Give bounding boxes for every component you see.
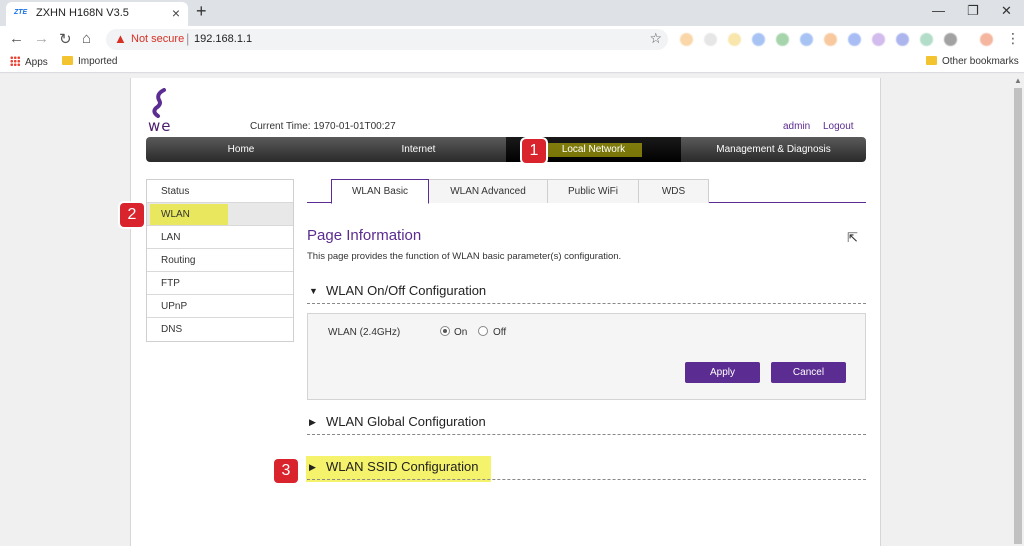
mouse-cursor-icon: ⇱ <box>847 230 858 245</box>
radio-on[interactable] <box>440 326 450 336</box>
warning-icon: ▲ <box>114 31 127 46</box>
side-item-ftp[interactable]: FTP <box>147 272 293 295</box>
reload-icon[interactable]: ↻ <box>59 30 72 48</box>
radio-on-label: On <box>454 327 468 338</box>
section-wlan-ssid[interactable]: ▶ WLAN SSID Configuration <box>307 458 866 480</box>
extension-icon[interactable] <box>872 33 885 46</box>
section-wlan-global[interactable]: ▶ WLAN Global Configuration <box>307 413 866 435</box>
bookmark-star-icon[interactable]: ☆ <box>649 30 662 47</box>
browser-menu-icon[interactable]: ⋮ <box>1006 30 1020 47</box>
tab-public-wifi[interactable]: Public WiFi <box>547 179 639 203</box>
we-logo-icon <box>152 88 166 118</box>
extension-icon[interactable] <box>800 33 813 46</box>
url-text[interactable]: 192.168.1.1 <box>194 33 252 45</box>
browser-tabstrip: ZTE ZXHN H168N V3.5 × + — ❐ ✕ <box>0 0 1024 26</box>
address-bar[interactable]: ▲ Not secure | 192.168.1.1 ☆ <box>106 29 668 50</box>
other-bookmarks[interactable]: Other bookmarks <box>926 56 1019 67</box>
bookmark-imported[interactable]: Imported <box>62 56 117 67</box>
minimize-icon[interactable]: — <box>932 3 945 18</box>
wlan-onoff-form: WLAN (2.4GHz) On Off Apply Cancel <box>307 313 866 400</box>
folder-icon <box>926 56 937 65</box>
wlan-field-label: WLAN (2.4GHz) <box>328 327 401 338</box>
bookmarks-bar: Apps Imported Other bookmarks <box>0 52 1024 73</box>
extension-icon[interactable] <box>752 33 765 46</box>
extension-icon[interactable] <box>824 33 837 46</box>
restore-icon[interactable]: ❐ <box>967 3 979 19</box>
section-wlan-onoff[interactable]: ▼ WLAN On/Off Configuration <box>307 282 866 304</box>
tab-wds[interactable]: WDS <box>638 179 709 203</box>
section-label: WLAN SSID Configuration <box>326 459 479 474</box>
admin-user[interactable]: admin <box>783 121 810 132</box>
annotation-badge-2: 2 <box>120 203 144 227</box>
logo-text: we <box>148 117 172 135</box>
apply-button[interactable]: Apply <box>685 362 760 383</box>
extension-icon[interactable] <box>920 33 933 46</box>
extension-icon[interactable] <box>848 33 861 46</box>
page-info-title: Page Information <box>307 227 422 244</box>
page-tabs: WLAN Advanced Public WiFi WDS WLAN Basic <box>307 179 866 204</box>
nav-management-diagnosis[interactable]: Management & Diagnosis <box>681 137 866 162</box>
scroll-up-icon[interactable]: ▲ <box>1014 76 1022 85</box>
browser-tab[interactable]: ZTE ZXHN H168N V3.5 × <box>6 2 188 26</box>
annotation-badge-3: 3 <box>274 459 298 483</box>
side-item-lan[interactable]: LAN <box>147 226 293 249</box>
close-icon[interactable]: × <box>172 5 180 21</box>
url-separator: | <box>186 31 190 46</box>
side-item-wlan-label[interactable]: WLAN <box>161 209 190 220</box>
side-item-status[interactable]: Status <box>147 180 293 203</box>
side-item-routing[interactable]: Routing <box>147 249 293 272</box>
nav-home[interactable]: Home <box>146 137 336 162</box>
extension-icon[interactable] <box>680 33 693 46</box>
bookmark-apps[interactable]: Apps <box>10 56 48 68</box>
tab-wlan-basic[interactable]: WLAN Basic <box>331 179 429 204</box>
extension-icon[interactable] <box>944 33 957 46</box>
page-info-description: This page provides the function of WLAN … <box>307 251 622 262</box>
home-icon[interactable]: ⌂ <box>82 30 91 47</box>
nav-internet[interactable]: Internet <box>336 137 501 162</box>
cancel-button[interactable]: Cancel <box>771 362 846 383</box>
zte-favicon-icon: ZTE <box>14 9 28 16</box>
collapsed-arrow-icon: ▶ <box>309 462 316 472</box>
logout-link[interactable]: Logout <box>823 121 854 132</box>
scroll-thumb[interactable] <box>1014 88 1022 544</box>
extension-icon[interactable] <box>728 33 741 46</box>
close-window-icon[interactable]: ✕ <box>1001 3 1012 19</box>
folder-icon <box>62 56 73 65</box>
browser-toolbar: ← → ↻ ⌂ ▲ Not secure | 192.168.1.1 ☆ <box>0 26 1024 52</box>
side-item-dns[interactable]: DNS <box>147 318 293 341</box>
extension-icon[interactable] <box>776 33 789 46</box>
tab-title: ZXHN H168N V3.5 <box>36 7 129 19</box>
collapsed-arrow-icon: ▶ <box>309 417 316 427</box>
current-time: Current Time: 1970-01-01T00:27 <box>250 121 396 132</box>
apps-grid-icon <box>10 56 20 66</box>
radio-off[interactable] <box>478 326 488 336</box>
radio-off-label: Off <box>493 327 507 338</box>
back-icon[interactable]: ← <box>9 30 24 47</box>
security-label[interactable]: Not secure <box>131 33 184 45</box>
side-item-upnp[interactable]: UPnP <box>147 295 293 318</box>
section-label: WLAN On/Off Configuration <box>326 283 487 298</box>
annotation-badge-1: 1 <box>522 139 546 163</box>
new-tab-button[interactable]: + <box>196 1 207 22</box>
tab-wlan-advanced[interactable]: WLAN Advanced <box>428 179 548 203</box>
profile-icon[interactable] <box>980 33 993 46</box>
extension-icon[interactable] <box>704 33 717 46</box>
expanded-arrow-icon: ▼ <box>309 286 318 296</box>
forward-icon[interactable]: → <box>34 30 49 47</box>
extension-icon[interactable] <box>896 33 909 46</box>
section-label: WLAN Global Configuration <box>326 414 486 429</box>
